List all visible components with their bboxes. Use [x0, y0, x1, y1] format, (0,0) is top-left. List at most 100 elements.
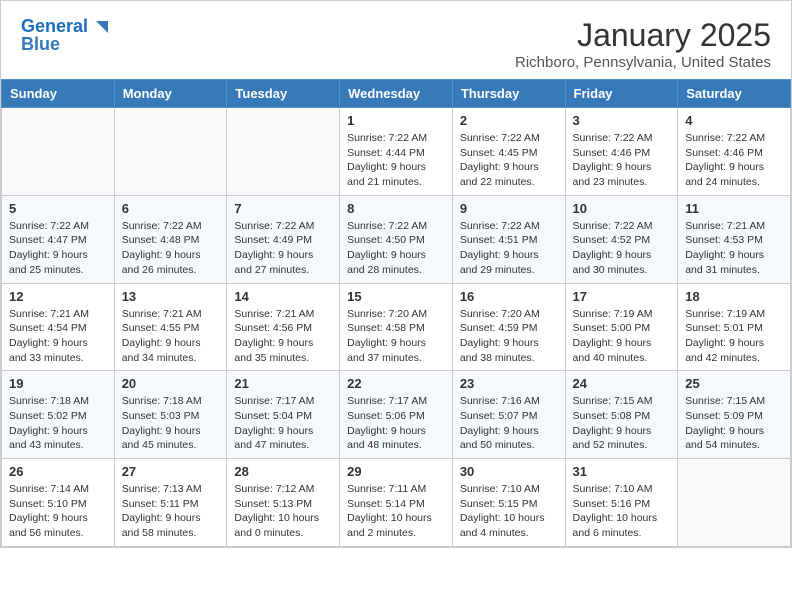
month-title: January 2025: [515, 17, 771, 54]
day-number: 25: [685, 376, 783, 391]
calendar-cell: 1 Sunrise: 7:22 AM Sunset: 4:44 PM Daylig…: [340, 108, 453, 196]
logo: General Blue: [21, 17, 108, 55]
location: Richboro, Pennsylvania, United States: [515, 54, 771, 71]
calendar-cell: 3 Sunrise: 7:22 AM Sunset: 4:46 PM Daylig…: [565, 108, 678, 196]
calendar-cell: 8 Sunrise: 7:22 AM Sunset: 4:50 PM Daylig…: [340, 195, 453, 283]
day-number: 17: [573, 289, 671, 304]
calendar-cell: 30 Sunrise: 7:10 AM Sunset: 5:15 PM Dayli…: [452, 459, 565, 547]
day-number: 1: [347, 113, 445, 128]
calendar-cell: 11Sunrise: 7:21 AM Sunset: 4:53 PM Dayli…: [678, 195, 791, 283]
calendar-table: SundayMondayTuesdayWednesdayThursdayFrid…: [1, 79, 791, 547]
day-info: Sunrise: 7:18 AM Sunset: 5:03 PM Dayligh…: [122, 394, 220, 453]
day-number: 12: [9, 289, 107, 304]
day-info: Sunrise: 7:17 AM Sunset: 5:06 PM Dayligh…: [347, 394, 445, 453]
day-number: 15: [347, 289, 445, 304]
calendar-cell: 31Sunrise: 7:10 AM Sunset: 5:16 PM Dayli…: [565, 459, 678, 547]
calendar-cell: 21 Sunrise: 7:17 AM Sunset: 5:04 PM Dayli…: [227, 371, 340, 459]
day-info: Sunrise: 7:21 AM Sunset: 4:53 PM Dayligh…: [685, 219, 783, 278]
calendar-cell: 12 Sunrise: 7:21 AM Sunset: 4:54 PM Dayli…: [2, 283, 115, 371]
day-number: 27: [122, 464, 220, 479]
day-info: Sunrise: 7:20 AM Sunset: 4:58 PM Dayligh…: [347, 307, 445, 366]
logo-icon: [90, 21, 108, 33]
day-info: Sunrise: 7:14 AM Sunset: 5:10 PM Dayligh…: [9, 482, 107, 541]
day-info: Sunrise: 7:22 AM Sunset: 4:46 PM Dayligh…: [685, 131, 783, 190]
week-row-2: 5Sunrise: 7:22 AM Sunset: 4:47 PM Daylig…: [2, 195, 791, 283]
day-number: 19: [9, 376, 107, 391]
day-info: Sunrise: 7:21 AM Sunset: 4:56 PM Dayligh…: [234, 307, 332, 366]
day-number: 24: [573, 376, 671, 391]
calendar-cell: 18 Sunrise: 7:19 AM Sunset: 5:01 PM Dayli…: [678, 283, 791, 371]
calendar-cell: 23 Sunrise: 7:16 AM Sunset: 5:07 PM Dayli…: [452, 371, 565, 459]
day-number: 31: [573, 464, 671, 479]
day-number: 21: [234, 376, 332, 391]
calendar-cell: 5Sunrise: 7:22 AM Sunset: 4:47 PM Daylig…: [2, 195, 115, 283]
day-info: Sunrise: 7:15 AM Sunset: 5:09 PM Dayligh…: [685, 394, 783, 453]
day-number: 3: [573, 113, 671, 128]
day-info: Sunrise: 7:22 AM Sunset: 4:52 PM Dayligh…: [573, 219, 671, 278]
day-info: Sunrise: 7:22 AM Sunset: 4:44 PM Dayligh…: [347, 131, 445, 190]
day-info: Sunrise: 7:22 AM Sunset: 4:50 PM Dayligh…: [347, 219, 445, 278]
day-info: Sunrise: 7:22 AM Sunset: 4:46 PM Dayligh…: [573, 131, 671, 190]
calendar-cell: [114, 108, 227, 196]
day-number: 20: [122, 376, 220, 391]
day-number: 28: [234, 464, 332, 479]
day-number: 2: [460, 113, 558, 128]
calendar-cell: 27 Sunrise: 7:13 AM Sunset: 5:11 PM Dayli…: [114, 459, 227, 547]
day-info: Sunrise: 7:12 AM Sunset: 5:13 PM Dayligh…: [234, 482, 332, 541]
calendar-cell: 29Sunrise: 7:11 AM Sunset: 5:14 PM Dayli…: [340, 459, 453, 547]
calendar-cell: 17 Sunrise: 7:19 AM Sunset: 5:00 PM Dayli…: [565, 283, 678, 371]
day-info: Sunrise: 7:22 AM Sunset: 4:49 PM Dayligh…: [234, 219, 332, 278]
day-number: 16: [460, 289, 558, 304]
weekday-header-wednesday: Wednesday: [340, 80, 453, 108]
day-info: Sunrise: 7:15 AM Sunset: 5:08 PM Dayligh…: [573, 394, 671, 453]
calendar-cell: 16 Sunrise: 7:20 AM Sunset: 4:59 PM Dayli…: [452, 283, 565, 371]
calendar-cell: 25 Sunrise: 7:15 AM Sunset: 5:09 PM Dayli…: [678, 371, 791, 459]
day-info: Sunrise: 7:16 AM Sunset: 5:07 PM Dayligh…: [460, 394, 558, 453]
calendar-cell: 9Sunrise: 7:22 AM Sunset: 4:51 PM Daylig…: [452, 195, 565, 283]
calendar-cell: [678, 459, 791, 547]
day-number: 6: [122, 201, 220, 216]
calendar-cell: [227, 108, 340, 196]
day-number: 7: [234, 201, 332, 216]
day-info: Sunrise: 7:19 AM Sunset: 5:01 PM Dayligh…: [685, 307, 783, 366]
day-number: 30: [460, 464, 558, 479]
weekday-header-saturday: Saturday: [678, 80, 791, 108]
page: General Blue January 2025 Richboro, Penn…: [0, 0, 792, 548]
header: General Blue January 2025 Richboro, Penn…: [1, 1, 791, 79]
day-number: 8: [347, 201, 445, 216]
week-row-4: 19 Sunrise: 7:18 AM Sunset: 5:02 PM Dayli…: [2, 371, 791, 459]
calendar-cell: 14Sunrise: 7:21 AM Sunset: 4:56 PM Dayli…: [227, 283, 340, 371]
weekday-header-friday: Friday: [565, 80, 678, 108]
calendar-cell: 22Sunrise: 7:17 AM Sunset: 5:06 PM Dayli…: [340, 371, 453, 459]
week-row-5: 26 Sunrise: 7:14 AM Sunset: 5:10 PM Dayli…: [2, 459, 791, 547]
calendar-cell: [2, 108, 115, 196]
day-info: Sunrise: 7:22 AM Sunset: 4:47 PM Dayligh…: [9, 219, 107, 278]
day-info: Sunrise: 7:20 AM Sunset: 4:59 PM Dayligh…: [460, 307, 558, 366]
calendar-cell: 2Sunrise: 7:22 AM Sunset: 4:45 PM Daylig…: [452, 108, 565, 196]
week-row-1: 1 Sunrise: 7:22 AM Sunset: 4:44 PM Daylig…: [2, 108, 791, 196]
day-info: Sunrise: 7:10 AM Sunset: 5:15 PM Dayligh…: [460, 482, 558, 541]
day-number: 26: [9, 464, 107, 479]
weekday-header-sunday: Sunday: [2, 80, 115, 108]
weekday-header-tuesday: Tuesday: [227, 80, 340, 108]
day-number: 4: [685, 113, 783, 128]
week-row-3: 12 Sunrise: 7:21 AM Sunset: 4:54 PM Dayli…: [2, 283, 791, 371]
day-info: Sunrise: 7:21 AM Sunset: 4:54 PM Dayligh…: [9, 307, 107, 366]
day-number: 23: [460, 376, 558, 391]
day-info: Sunrise: 7:13 AM Sunset: 5:11 PM Dayligh…: [122, 482, 220, 541]
day-info: Sunrise: 7:17 AM Sunset: 5:04 PM Dayligh…: [234, 394, 332, 453]
title-block: January 2025 Richboro, Pennsylvania, Uni…: [515, 17, 771, 71]
day-info: Sunrise: 7:19 AM Sunset: 5:00 PM Dayligh…: [573, 307, 671, 366]
day-info: Sunrise: 7:21 AM Sunset: 4:55 PM Dayligh…: [122, 307, 220, 366]
day-number: 13: [122, 289, 220, 304]
calendar-cell: 7 Sunrise: 7:22 AM Sunset: 4:49 PM Daylig…: [227, 195, 340, 283]
day-number: 10: [573, 201, 671, 216]
day-number: 18: [685, 289, 783, 304]
day-number: 29: [347, 464, 445, 479]
calendar-cell: 4 Sunrise: 7:22 AM Sunset: 4:46 PM Daylig…: [678, 108, 791, 196]
day-info: Sunrise: 7:22 AM Sunset: 4:48 PM Dayligh…: [122, 219, 220, 278]
calendar-cell: 6 Sunrise: 7:22 AM Sunset: 4:48 PM Daylig…: [114, 195, 227, 283]
day-info: Sunrise: 7:18 AM Sunset: 5:02 PM Dayligh…: [9, 394, 107, 453]
calendar-cell: 28 Sunrise: 7:12 AM Sunset: 5:13 PM Dayli…: [227, 459, 340, 547]
calendar-cell: 13 Sunrise: 7:21 AM Sunset: 4:55 PM Dayli…: [114, 283, 227, 371]
